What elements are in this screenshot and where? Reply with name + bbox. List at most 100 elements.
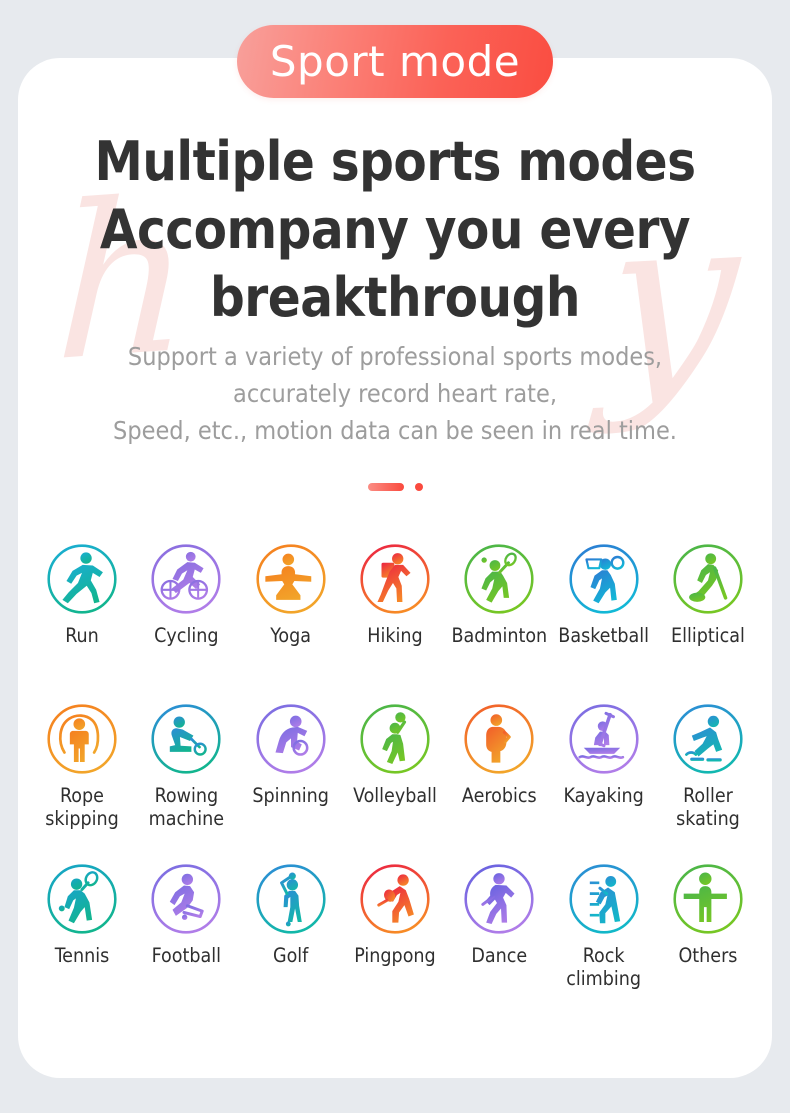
sport-icon-ring [463, 863, 535, 935]
yoga-icon [256, 544, 326, 614]
pagination-dot-active[interactable] [367, 483, 404, 491]
volleyball-icon [360, 704, 430, 774]
sport-mode-label: Rowing machine [148, 784, 225, 830]
sport-mode-badge-label: Sport mode [269, 37, 521, 86]
page-subtitle-line-2: accurately record heart rate, [233, 379, 557, 408]
sport-icon-ring [255, 703, 327, 775]
sport-icon-ring [672, 863, 744, 935]
rope-skipping-icon [47, 704, 117, 774]
pingpong-icon [360, 864, 430, 934]
sport-mode-item-aerobics[interactable]: Aerobics [447, 703, 551, 807]
sport-icon-ring [150, 703, 222, 775]
sport-mode-page: h y Multiple sports modes Accompany you … [0, 0, 790, 1113]
sport-mode-item-football[interactable]: Football [134, 863, 238, 967]
sport-grid-row: Run Cycling Yoga Hiking Badminton Basketball E… [30, 543, 760, 703]
sport-mode-item-tennis[interactable]: Tennis [30, 863, 134, 967]
sport-mode-label: Spinning [252, 784, 329, 807]
sport-mode-label: Rock climbing [566, 944, 642, 990]
sport-icon-ring [672, 543, 744, 615]
sport-mode-label: Golf [272, 944, 309, 967]
page-subtitle-line-3: Speed, etc., motion data can be seen in … [113, 416, 677, 445]
sport-mode-item-rope-skipping[interactable]: Rope skipping [30, 703, 134, 830]
sport-mode-item-roller-skating[interactable]: Roller skating [656, 703, 760, 830]
dance-icon [464, 864, 534, 934]
golf-icon [256, 864, 326, 934]
sport-icon-ring [568, 863, 640, 935]
sport-icon-ring [150, 863, 222, 935]
football-icon [151, 864, 221, 934]
sport-icon-ring [672, 703, 744, 775]
sport-mode-item-golf[interactable]: Golf [239, 863, 343, 967]
spinning-icon [256, 704, 326, 774]
rock-climbing-icon [569, 864, 639, 934]
sport-icon-ring [255, 543, 327, 615]
roller-skating-icon [673, 704, 743, 774]
page-title-line-1: Multiple sports modes [94, 130, 696, 193]
sport-grid-row: Tennis Football Golf Pingpong Dance Rock clim… [30, 863, 760, 1023]
sport-mode-label: Tennis [54, 944, 110, 967]
basketball-icon [569, 544, 639, 614]
sport-mode-item-basketball[interactable]: Basketball [552, 543, 656, 647]
sport-mode-item-kayaking[interactable]: Kayaking [552, 703, 656, 807]
sport-icon-ring [150, 543, 222, 615]
sport-mode-label: Dance [471, 944, 528, 967]
sport-mode-item-rowing-machine[interactable]: Rowing machine [134, 703, 238, 830]
sport-mode-badge: Sport mode [237, 25, 553, 98]
page-subtitle: Support a variety of professional sports… [18, 338, 772, 449]
sport-icon-ring [359, 703, 431, 775]
sport-mode-label: Run [65, 624, 99, 647]
carousel-pagination[interactable] [18, 483, 772, 491]
sport-mode-item-rock-climbing[interactable]: Rock climbing [552, 863, 656, 990]
sport-mode-item-spinning[interactable]: Spinning [239, 703, 343, 807]
sport-icon-ring [46, 703, 118, 775]
page-subtitle-line-1: Support a variety of professional sports… [127, 342, 663, 371]
sport-mode-item-hiking[interactable]: Hiking [343, 543, 447, 647]
sport-mode-label: Roller skating [676, 784, 740, 830]
sport-mode-label: Football [151, 944, 222, 967]
sport-mode-label: Hiking [367, 624, 423, 647]
sport-mode-item-pingpong[interactable]: Pingpong [343, 863, 447, 967]
sport-icon-ring [568, 703, 640, 775]
sport-icon-ring [46, 863, 118, 935]
sport-mode-label: Badminton [451, 624, 548, 647]
sport-mode-item-elliptical[interactable]: Elliptical [656, 543, 760, 647]
kayaking-icon [569, 704, 639, 774]
pagination-dot-2[interactable] [414, 483, 423, 491]
sport-icon-ring [359, 543, 431, 615]
cycling-icon [151, 544, 221, 614]
sport-mode-grid: Run Cycling Yoga Hiking Badminton Basketball E… [30, 543, 760, 1023]
sport-mode-item-volleyball[interactable]: Volleyball [343, 703, 447, 807]
aerobics-icon [464, 704, 534, 774]
sport-icon-ring [463, 543, 535, 615]
sport-mode-item-cycling[interactable]: Cycling [134, 543, 238, 647]
sport-mode-label: Others [678, 944, 738, 967]
page-title-line-3: breakthrough [210, 266, 580, 329]
page-title: Multiple sports modes Accompany you ever… [18, 128, 772, 332]
sport-icon-ring [46, 543, 118, 615]
sport-mode-label: Pingpong [354, 944, 436, 967]
sport-mode-label: Cycling [154, 624, 219, 647]
sport-icon-ring [359, 863, 431, 935]
sport-icon-ring [463, 703, 535, 775]
sport-mode-label: Elliptical [671, 624, 745, 647]
sport-mode-item-run[interactable]: Run [30, 543, 134, 647]
page-title-line-2: Accompany you every [99, 198, 691, 261]
sport-mode-item-badminton[interactable]: Badminton [447, 543, 551, 647]
sport-icon-ring [255, 863, 327, 935]
sport-mode-item-yoga[interactable]: Yoga [239, 543, 343, 647]
others-icon [673, 864, 743, 934]
run-icon [47, 544, 117, 614]
sport-mode-card: h y Multiple sports modes Accompany you … [18, 58, 772, 1078]
sport-mode-item-others[interactable]: Others [656, 863, 760, 967]
elliptical-icon [673, 544, 743, 614]
hiking-icon [360, 544, 430, 614]
sport-mode-label: Rope skipping [45, 784, 119, 830]
sport-mode-item-dance[interactable]: Dance [447, 863, 551, 967]
sport-mode-label: Kayaking [563, 784, 644, 807]
sport-mode-label: Basketball [558, 624, 649, 647]
sport-mode-label: Yoga [270, 624, 312, 647]
sport-grid-row: Rope skipping Rowing machine Spinning Volle… [30, 703, 760, 863]
sport-icon-ring [568, 543, 640, 615]
sport-mode-label: Volleyball [353, 784, 437, 807]
badminton-icon [464, 544, 534, 614]
